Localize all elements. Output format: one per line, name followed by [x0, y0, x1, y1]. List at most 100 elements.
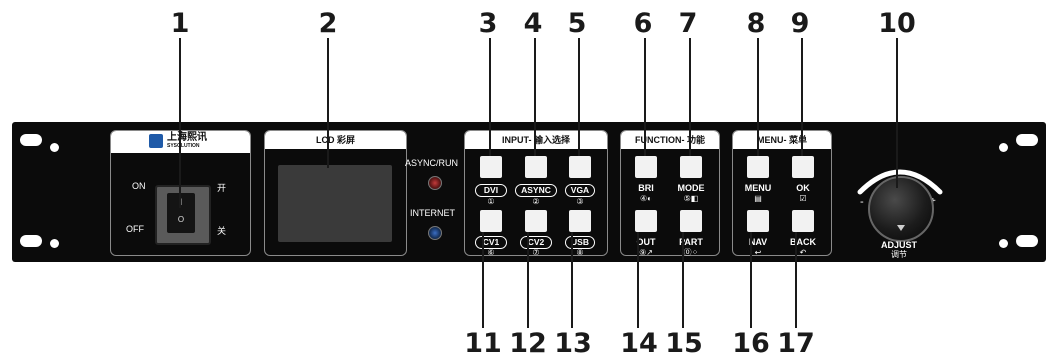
async-button[interactable] — [525, 156, 547, 178]
adjust-label-cn: 调节 — [891, 250, 907, 259]
mode-button[interactable] — [680, 156, 702, 178]
mode-label: MODE — [677, 183, 705, 193]
off-label-cn: 关 — [217, 226, 227, 236]
nav-icon: ↩ — [754, 248, 762, 257]
leader-2 — [327, 38, 329, 168]
bri-button[interactable] — [635, 156, 657, 178]
callout-11: 11 — [464, 328, 502, 359]
adjust-knob[interactable] — [868, 176, 934, 242]
leader-9 — [801, 38, 803, 156]
callout-5: 5 — [567, 8, 587, 39]
leader-6 — [644, 38, 646, 156]
on-label: ON — [132, 181, 146, 191]
callout-3: 3 — [478, 8, 498, 39]
cv1-button[interactable] — [480, 210, 502, 232]
adjust-label: ADJUST — [880, 240, 917, 250]
lcd-section: LCD 彩屏 — [264, 130, 407, 256]
cv2-button[interactable] — [525, 210, 547, 232]
callout-4: 4 — [523, 8, 543, 39]
callout-17: 17 — [777, 328, 815, 359]
nav-button[interactable] — [747, 210, 769, 232]
async-label: ASYNC — [515, 184, 557, 197]
brand-subname: SYSOLUTION — [167, 143, 200, 149]
dvi-sub: ① — [487, 197, 495, 206]
switch-on-mark: I — [167, 197, 195, 207]
leader-14 — [637, 232, 639, 328]
callout-14: 14 — [620, 328, 658, 359]
callout-8: 8 — [746, 8, 766, 39]
callout-16: 16 — [732, 328, 770, 359]
internet-led — [428, 226, 442, 240]
leader-1 — [179, 38, 181, 208]
leader-16 — [750, 232, 752, 328]
leader-5 — [578, 38, 580, 156]
ok-button[interactable] — [792, 156, 814, 178]
rack-hole-left-bottom — [50, 239, 59, 248]
async-run-label: ASYNC/RUN — [405, 158, 459, 168]
menu-icon: ▤ — [754, 194, 762, 203]
back-button[interactable] — [792, 210, 814, 232]
lcd-screen — [278, 165, 392, 242]
leader-12 — [527, 232, 529, 328]
rack-slot-bottom-right — [1016, 235, 1038, 247]
leader-11 — [482, 232, 484, 328]
usb-button[interactable] — [569, 210, 591, 232]
callout-9: 9 — [790, 8, 810, 39]
menu-button[interactable] — [747, 156, 769, 178]
out-button[interactable] — [635, 210, 657, 232]
off-label: OFF — [126, 224, 144, 234]
out-label: OUT — [636, 237, 656, 247]
knob-minus: - — [860, 196, 864, 208]
callout-7: 7 — [678, 8, 698, 39]
nav-label: NAV — [748, 237, 768, 247]
usb-sub: ⑧ — [576, 248, 584, 257]
cv2-sub: ⑦ — [532, 248, 540, 257]
callout-13: 13 — [554, 328, 592, 359]
on-label-cn: 开 — [217, 183, 227, 193]
device-front-panel: 上海熙讯 SYSOLUTION ON OFF 开 关 I O LCD 彩屏 AS… — [12, 122, 1046, 262]
rack-slot-top-right — [1016, 134, 1038, 146]
rack-slot-top-left — [20, 134, 42, 146]
power-switch[interactable]: I O — [155, 185, 211, 245]
out-sub: ⑨↗ — [639, 248, 653, 257]
part-button[interactable] — [680, 210, 702, 232]
leader-10 — [896, 38, 898, 188]
power-switch-rocker: I O — [167, 193, 195, 233]
rack-slot-bottom-left — [20, 235, 42, 247]
vga-label: VGA — [565, 184, 595, 197]
callout-10: 10 — [878, 8, 916, 39]
leader-15 — [682, 232, 684, 328]
callout-15: 15 — [665, 328, 703, 359]
bri-sub: ④◐ — [639, 194, 652, 203]
leader-4 — [534, 38, 536, 156]
callout-2: 2 — [318, 8, 338, 39]
menu-title: MENU- 菜单 — [733, 131, 831, 149]
brand-logo-icon — [149, 134, 163, 148]
dvi-label: DVI — [475, 184, 507, 197]
internet-label: INTERNET — [410, 208, 455, 218]
part-label: PART — [679, 237, 703, 247]
async-run-led — [428, 176, 442, 190]
callout-6: 6 — [633, 8, 653, 39]
leader-13 — [571, 232, 573, 328]
knob-pointer-icon — [897, 225, 905, 231]
switch-off-mark: O — [177, 215, 185, 224]
callout-12: 12 — [509, 328, 547, 359]
menu-label: MENU — [744, 183, 772, 193]
rack-hole-right-bottom — [999, 239, 1008, 248]
leader-17 — [795, 232, 797, 328]
back-label: BACK — [790, 237, 816, 247]
back-icon: ↶ — [799, 248, 807, 257]
rack-hole-left-top — [50, 143, 59, 152]
mode-sub: ⑤◧ — [683, 194, 699, 203]
rack-hole-right-top — [999, 143, 1008, 152]
vga-sub: ③ — [576, 197, 584, 206]
vga-button[interactable] — [569, 156, 591, 178]
leader-3 — [489, 38, 491, 156]
callout-1: 1 — [170, 8, 190, 39]
dvi-button[interactable] — [480, 156, 502, 178]
ok-check-icon: ☑ — [799, 194, 807, 203]
function-title: FUNCTION- 功能 — [621, 131, 719, 149]
lcd-title: LCD 彩屏 — [265, 131, 406, 149]
bri-label: BRI — [638, 183, 654, 193]
